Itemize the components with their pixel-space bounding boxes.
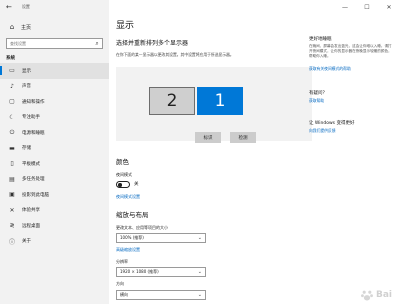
home-icon: ⌂: [9, 23, 15, 31]
get-help-link[interactable]: 获取帮助: [309, 98, 393, 103]
sidebar-item-project[interactable]: ▣ 投影到此电脑: [0, 187, 109, 203]
question-title: 有疑问？: [309, 91, 327, 96]
orientation-label: 方向: [116, 281, 124, 286]
display-settings-page: — ☐ ✕ 显示 选择并重新排列多个显示器 在你下面的某一显示器以更改其设置。其…: [109, 0, 400, 304]
search-input[interactable]: [7, 41, 92, 46]
baidu-watermark: Bai: [360, 288, 392, 302]
improve-windows-title: 让 Windows 变得更好: [309, 121, 355, 126]
settings-sidebar: ← 设置 ⌂ 主页 ⌕ 系统 ▭ 显示 ♪ 声音 ▢ 通知和操作 ☾ 专注助手 …: [0, 0, 109, 304]
sidebar-item-label: 声音: [22, 84, 31, 90]
scale-layout-heading: 缩放与布局: [116, 211, 149, 219]
watermark-text: Bai: [375, 290, 392, 300]
search-box[interactable]: ⌕: [6, 38, 103, 49]
minimize-icon[interactable]: —: [334, 0, 356, 14]
monitor-1[interactable]: 1: [197, 87, 243, 115]
night-light-label: 夜间模式: [116, 172, 132, 177]
sidebar-item-label: 远程桌面: [22, 223, 40, 229]
system-section-label: 系统: [6, 56, 15, 61]
storage-icon: ▬: [9, 144, 15, 152]
sidebar-item-label: 体验共享: [22, 208, 40, 214]
scale-label: 更改文本、应用等项目的大小: [116, 225, 168, 230]
orientation-value: 横向: [120, 292, 128, 297]
sidebar-item-display[interactable]: ▭ 显示: [0, 63, 109, 79]
power-icon: ⏻: [9, 128, 15, 136]
chevron-down-icon: ⌄: [197, 269, 202, 275]
home-nav-item[interactable]: ⌂ 主页: [0, 21, 109, 33]
detect-button[interactable]: 检测: [230, 132, 256, 143]
search-icon[interactable]: ⌕: [92, 40, 102, 48]
sidebar-item-label: 通知和操作: [22, 99, 45, 105]
notification-icon: ▢: [9, 98, 15, 106]
toggle-knob: [118, 183, 122, 187]
sidebar-item-notifications[interactable]: ▢ 通知和操作: [0, 94, 109, 110]
identify-button[interactable]: 标识: [195, 132, 221, 143]
night-light-state: 关: [134, 182, 139, 187]
display-arrangement-panel: 2 1: [116, 67, 312, 141]
tablet-icon: ▯: [10, 160, 14, 168]
monitor-icon: ▭: [9, 67, 15, 75]
back-arrow-icon[interactable]: ←: [6, 3, 12, 11]
remote-desktop-icon: ≷: [9, 222, 15, 230]
resolution-label: 分辨率: [116, 259, 128, 264]
sidebar-item-label: 平板模式: [22, 161, 40, 167]
multitask-icon: ▤: [9, 175, 15, 183]
feedback-link[interactable]: 向我们提供反馈: [309, 128, 393, 133]
page-title: 显示: [116, 21, 135, 31]
night-light-help-link[interactable]: 获取有关夜间模式的帮助: [309, 66, 393, 71]
sidebar-item-shared-experiences[interactable]: ✕ 体验共享: [0, 203, 109, 219]
sidebar-item-label: 投影到此电脑: [22, 192, 49, 198]
sidebar-item-multitasking[interactable]: ▤ 多任务处理: [0, 172, 109, 188]
sidebar-item-label: 多任务处理: [22, 177, 45, 183]
sidebar-item-label: 电源和睡眠: [22, 130, 45, 136]
sidebar-item-power[interactable]: ⏻ 电源和睡眠: [0, 125, 109, 141]
projector-icon: ▣: [9, 191, 15, 199]
home-label: 主页: [21, 24, 32, 31]
window-title: 设置: [21, 4, 30, 9]
night-light-toggle[interactable]: [116, 181, 130, 188]
maximize-icon[interactable]: ☐: [356, 0, 378, 14]
share-icon: ✕: [9, 206, 15, 214]
sidebar-item-label: 专注助手: [22, 115, 40, 121]
sidebar-item-remote-desktop[interactable]: ≷ 远程桌面: [0, 218, 109, 234]
sidebar-item-sound[interactable]: ♪ 声音: [0, 79, 109, 95]
night-light-settings-link[interactable]: 夜间模式设置: [116, 194, 140, 200]
sidebar-item-label: 关于: [22, 239, 31, 245]
system-nav-list: ▭ 显示 ♪ 声音 ▢ 通知和操作 ☾ 专注助手 ⏻ 电源和睡眠 ▬ 存储 ▯ …: [0, 63, 109, 249]
resolution-dropdown[interactable]: 1920 × 1080 (推荐) ⌄: [116, 267, 206, 277]
orientation-dropdown[interactable]: 横向 ⌄: [116, 290, 206, 300]
title-bar: ← 设置: [0, 0, 109, 14]
sidebar-item-focus-assist[interactable]: ☾ 专注助手: [0, 110, 109, 126]
arrange-displays-heading: 选择并重新排列多个显示器: [116, 40, 189, 47]
info-icon: ⓘ: [8, 238, 15, 246]
sidebar-item-storage[interactable]: ▬ 存储: [0, 141, 109, 157]
arrange-displays-description: 在你下面的某一显示器以更改其设置。其中设置将应用于所选显示器。: [116, 52, 234, 57]
paw-logo-icon: [361, 290, 373, 301]
speaker-icon: ♪: [10, 82, 14, 90]
resolution-value: 1920 × 1080 (推荐): [120, 269, 159, 274]
advanced-scaling-link[interactable]: 高级缩放设置: [116, 247, 140, 253]
color-heading: 颜色: [116, 158, 129, 166]
sleep-better-title: 更好地睡眠: [309, 37, 332, 42]
sidebar-item-tablet-mode[interactable]: ▯ 平板模式: [0, 156, 109, 172]
sidebar-item-label: 存储: [22, 146, 31, 152]
window-controls: — ☐ ✕: [334, 0, 400, 14]
scale-value: 100% (推荐): [120, 235, 144, 240]
moon-icon: ☾: [9, 113, 15, 121]
sidebar-item-label: 显示: [22, 68, 31, 74]
sidebar-item-about[interactable]: ⓘ 关于: [0, 234, 109, 250]
close-icon[interactable]: ✕: [378, 0, 400, 14]
sleep-better-text: 在晚间，屏幕会发出蓝光，这会让你难以入睡。请打开夜间模式，让你的显示器在夜晚显示…: [309, 44, 392, 59]
monitor-2[interactable]: 2: [149, 87, 195, 115]
chevron-down-icon: ⌄: [197, 292, 202, 298]
chevron-down-icon: ⌄: [197, 235, 202, 241]
scale-dropdown[interactable]: 100% (推荐) ⌄: [116, 233, 206, 243]
